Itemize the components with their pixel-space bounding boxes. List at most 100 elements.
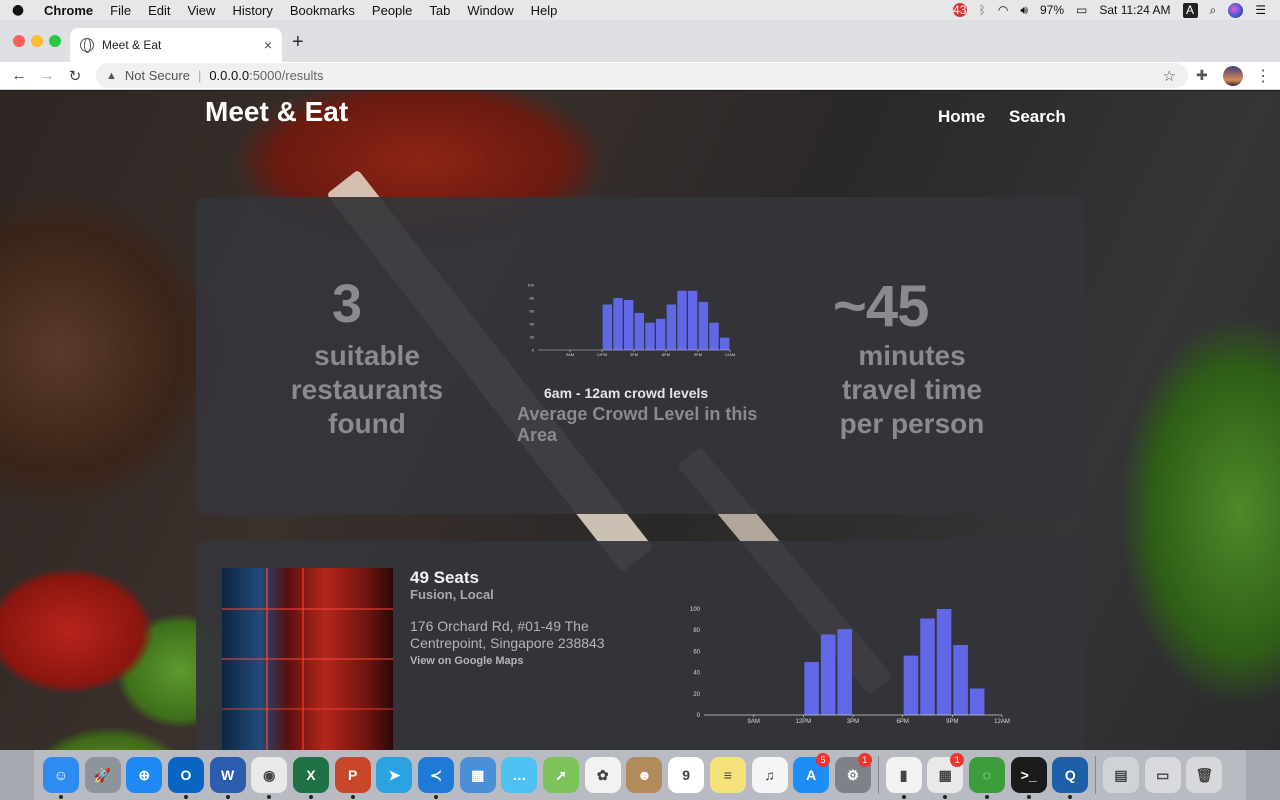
music-icon: ♫ [751,757,788,793]
tab-meet-and-eat[interactable]: Meet & Eat × [70,28,282,62]
menu-people[interactable]: People [364,3,421,18]
dock-item-app-store[interactable]: A5 [790,750,832,800]
spotlight-search-icon[interactable]: ⌕ [1210,3,1217,18]
google-maps-link[interactable]: View on Google Maps [410,655,523,667]
volume-icon[interactable]: 🔊︎ [1020,3,1028,18]
preview-icon: ▦ [459,757,496,793]
tab-close-icon[interactable]: × [264,37,272,53]
menu-history[interactable]: History [224,3,281,18]
dock-item-powerpoint[interactable]: P [332,750,374,800]
restaurant-chart-bar-12 [804,662,819,715]
telegram-icon: ➤ [376,757,413,793]
forward-arrow-icon[interactable]: → [33,67,61,84]
url-host: 0.0.0.0 [209,68,250,83]
powerpoint-icon: P [334,757,371,793]
menu-app-name[interactable]: Chrome [36,3,102,18]
omnibox-separator: | [197,68,202,83]
menu-edit[interactable]: Edit [140,3,179,18]
restaurant-chart-bar-21 [953,645,968,715]
dock-item-finder[interactable]: ☺ [40,750,82,800]
battery-percent[interactable]: 97% [1040,3,1064,17]
menu-tab[interactable]: Tab [421,3,459,18]
dock-item-system-preferences[interactable]: ⚙ 1 [832,750,874,800]
input-source-icon[interactable]: A [1182,2,1198,18]
bluetooth-icon[interactable]: ᛒ [979,3,986,17]
restaurant-chart-x-tick-label-2: 3PM [847,719,859,725]
battery-icon[interactable]: ▭ [1076,3,1087,17]
dock-item-calendar[interactable]: 9 [665,750,707,800]
dock-item-outlook[interactable]: O [165,750,207,800]
notification-tray-icon[interactable]: 43 [952,3,967,17]
menu-help[interactable]: Help [523,3,567,18]
dock-item-maps[interactable]: ➚ [540,750,582,800]
nav-home-link[interactable]: Home [938,107,985,127]
area-chart-bar-22 [709,322,719,350]
restaurant-chart-y-tick-80: 80 [693,628,700,634]
dock-item-safari[interactable]: ⊕ [123,750,165,800]
notification-center-icon[interactable]: ☰ [1255,3,1266,17]
dock-item-microsoft-autoupdate[interactable]: ▦ 1 [924,750,966,800]
area-chart-x-tick-label-5: 12AM [725,352,735,357]
restaurant-crowd-chart: 0 20 40 60 80 100 9AM 12PM 3PM 6PM 9PM 12AM [690,607,1010,725]
dock-running-indicator [943,795,948,799]
restaurant-cuisine: Fusion, Local [410,587,494,602]
launchpad-icon: 🚀 [84,757,121,793]
dock-item-excel[interactable]: X [290,750,332,800]
window-minimize-button[interactable] [31,35,43,47]
warning-triangle-icon[interactable]: ▲ [106,70,117,82]
dock-item-messages[interactable]: … [499,750,541,800]
area-chart-bar-16 [645,322,655,350]
reload-icon[interactable]: ↻ [61,67,89,85]
dock-item-preview[interactable]: ▦ [457,750,499,800]
dock-item-launchpad[interactable]: 🚀 [82,750,124,800]
travel-label-line-3: per person [839,408,985,439]
menu-file[interactable]: File [102,3,140,18]
nav-search-link[interactable]: Search [1009,107,1066,127]
dock-item-chrome[interactable]: ◉ [248,750,290,800]
dock-item-photos[interactable]: ✿ [582,750,624,800]
dock-running-indicator [350,795,355,799]
menu-view[interactable]: View [179,3,224,18]
profile-avatar[interactable] [1223,66,1243,86]
area-chart-bar-14 [623,299,634,350]
new-tab-button[interactable]: + [292,31,304,54]
window-zoom-button[interactable] [49,35,61,47]
quicktime-icon: Q [1052,757,1089,793]
dock-item-word[interactable]: W [207,750,249,800]
bookmark-star-icon[interactable]: ☆ [1163,67,1176,85]
wifi-icon[interactable]: ◠ [998,3,1008,17]
area-chart-x-tick-label-0: 9AM [566,352,574,357]
contacts-icon: ☻ [626,757,663,793]
menu-bookmarks[interactable]: Bookmarks [282,3,364,18]
dock-item-sync[interactable]: ◌ [966,750,1008,800]
dock-item-vscode[interactable]: ≺ [415,750,457,800]
trash-icon: 🗑 [1186,757,1223,793]
extensions-puzzle-icon[interactable]: ✚ [1196,67,1208,84]
dock-item-downloads-folder[interactable]: ▤ [1100,750,1142,800]
not-secure-label[interactable]: Not Secure [125,68,190,83]
crowd-chart-caption: 6am - 12am crowd levels [544,385,709,401]
downloads-folder-icon: ▤ [1103,757,1140,793]
back-arrow-icon[interactable]: ← [5,67,33,84]
dock-item-contacts[interactable]: ☻ [624,750,666,800]
window-close-button[interactable] [13,35,25,47]
outlook-icon: O [167,757,204,793]
restaurant-chart-x-tick-label-1: 12PM [795,719,811,725]
dock-item-numbers[interactable]: ▮ [883,750,925,800]
dock-item-trash[interactable]: 🗑 [1184,750,1226,800]
clock[interactable]: Sat 11:24 AM [1099,3,1170,17]
siri-icon[interactable] [1228,2,1244,18]
dock-item-desktop-stack[interactable]: ▭ [1142,750,1184,800]
dock-item-notes[interactable]: ≡ [707,750,749,800]
dock-item-quicktime[interactable]: Q [1050,750,1092,800]
dock-item-telegram[interactable]: ➤ [374,750,416,800]
menu-window[interactable]: Window [459,3,522,18]
apple-menu-icon[interactable]: ● [0,2,36,18]
chrome-menu-icon[interactable]: ⋮ [1255,66,1271,86]
macos-dock: ☺ 🚀 ⊕ O W ◉ X P ➤ ≺ ▦… ➚ ✿ ☻ 9 ≡ ♫ A 5 ⚙ 1 ▮ ▦ 1 ◌ >_ Q ▤ ▭ 🗑 [0,750,1280,800]
address-bar[interactable]: ▲ Not Secure | 0.0.0.0:5000/results ☆ [96,63,1188,88]
dock-item-music[interactable]: ♫ [749,750,791,800]
site-brand[interactable]: Meet & Eat [205,96,348,128]
dock-item-terminal[interactable]: >_ [1008,750,1050,800]
area-chart-bar-20 [687,290,698,350]
